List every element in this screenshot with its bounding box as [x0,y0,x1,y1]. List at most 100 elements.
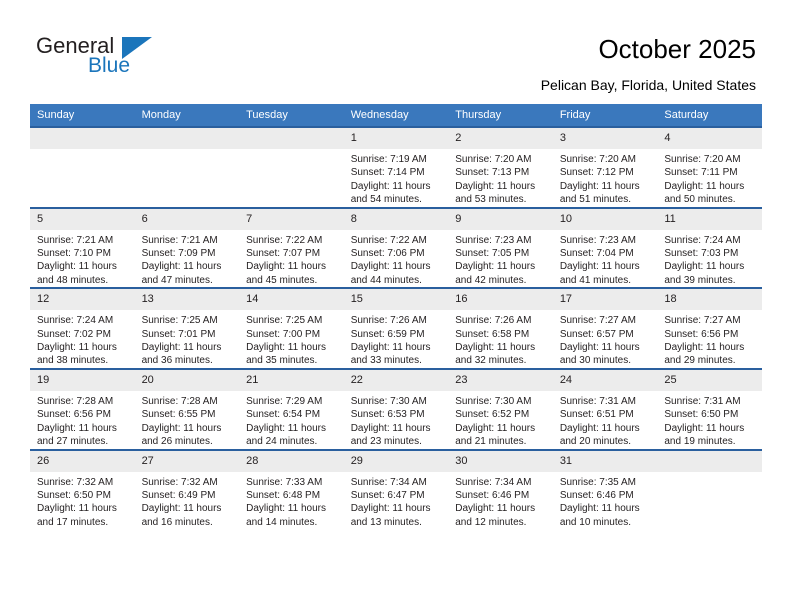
daylight-text-line1: Daylight: 11 hours [455,261,536,273]
calendar-day-cell[interactable]: 23 Sunrise: 7:30 AM Sunset: 6:52 PM Dayligh… [448,367,553,450]
sunset-text: Sunset: 6:56 PM [37,409,111,421]
weekday-header-saturday: Saturday [657,104,762,127]
sunrise-text: Sunrise: 7:29 AM [246,395,323,407]
daylight-text-line1: Daylight: 11 hours [350,503,431,515]
day-details: Sunrise: 7:31 AM Sunset: 6:50 PM Daylight:… [657,391,762,449]
calendar-day-cell[interactable]: 28 Sunrise: 7:33 AM Sunset: 6:48 PM Dayligh… [239,448,344,530]
calendar-day-cell[interactable]: 10 Sunrise: 7:23 AM Sunset: 7:04 PM Dayligh… [552,206,658,289]
calendar-body: 1 Sunrise: 7:19 AM Sunset: 7:14 PM Daylight… [30,126,762,530]
calendar-day-cell[interactable]: 6 Sunrise: 7:21 AM Sunset: 7:09 PM Daylight… [134,206,240,289]
sunrise-text: Sunrise: 7:20 AM [664,154,741,165]
daylight-text-line2: and 13 minutes. [350,516,422,528]
calendar-day-cell[interactable]: 18 Sunrise: 7:27 AM Sunset: 6:56 PM Dayligh… [657,287,762,369]
general-blue-logo[interactable]: General Blue [36,34,216,82]
daylight-text-line2: and 20 minutes. [559,436,631,448]
calendar-day-cell[interactable]: 21 Sunrise: 7:29 AM Sunset: 6:54 PM Dayligh… [239,367,344,450]
sunset-text: Sunset: 7:12 PM [559,167,634,179]
calendar-day-cell[interactable]: 8 Sunrise: 7:22 AM Sunset: 7:06 PM Daylight… [343,206,449,289]
day-details: Sunrise: 7:26 AM Sunset: 6:58 PM Daylight:… [448,310,553,368]
sunrise-text: Sunrise: 7:34 AM [455,476,532,488]
calendar-day-cell[interactable]: 15 Sunrise: 7:26 AM Sunset: 6:59 PM Dayligh… [343,287,449,369]
calendar-day-cell[interactable]: 1 Sunrise: 7:19 AM Sunset: 7:14 PM Daylight… [343,126,449,208]
sunset-text: Sunset: 7:05 PM [455,248,530,260]
calendar-day-cell[interactable]: 29 Sunrise: 7:34 AM Sunset: 6:47 PM Dayligh… [343,448,449,530]
daylight-text-line2: and 33 minutes. [350,355,422,367]
calendar-day-cell[interactable]: 20 Sunrise: 7:28 AM Sunset: 6:55 PM Dayligh… [134,367,240,450]
calendar-day-cell[interactable]: 7 Sunrise: 7:22 AM Sunset: 7:07 PM Daylight… [239,206,344,289]
calendar-day-cell-empty [239,126,344,208]
sunrise-text: Sunrise: 7:32 AM [141,476,218,488]
sunset-text: Sunset: 6:57 PM [559,328,634,340]
sunset-text: Sunset: 6:47 PM [350,489,425,501]
calendar-day-cell[interactable]: 22 Sunrise: 7:30 AM Sunset: 6:53 PM Dayligh… [343,367,449,450]
calendar-day-cell[interactable]: 12 Sunrise: 7:24 AM Sunset: 7:02 PM Dayligh… [30,287,135,369]
calendar-day-cell[interactable]: 4 Sunrise: 7:20 AM Sunset: 7:11 PM Daylight… [657,126,762,208]
daylight-text-line2: and 51 minutes. [559,194,631,206]
calendar-day-cell[interactable]: 13 Sunrise: 7:25 AM Sunset: 7:01 PM Dayligh… [134,287,240,369]
day-number: 4 [657,128,762,149]
day-details: Sunrise: 7:20 AM Sunset: 7:11 PM Daylight:… [657,149,762,207]
day-details: Sunrise: 7:33 AM Sunset: 6:48 PM Daylight:… [239,472,344,530]
calendar-day-cell[interactable]: 30 Sunrise: 7:34 AM Sunset: 6:46 PM Dayligh… [448,448,553,530]
sunset-text: Sunset: 7:07 PM [246,248,321,260]
daylight-text-line1: Daylight: 11 hours [141,342,222,354]
daylight-text-line2: and 50 minutes. [664,194,736,206]
sunrise-text: Sunrise: 7:21 AM [37,234,114,246]
daylight-text-line1: Daylight: 11 hours [350,342,431,354]
sunset-text: Sunset: 7:01 PM [141,328,216,340]
daylight-text-line1: Daylight: 11 hours [664,422,745,434]
calendar-week-row: 26 Sunrise: 7:32 AM Sunset: 6:50 PM Dayligh… [30,448,762,530]
calendar-day-cell[interactable]: 16 Sunrise: 7:26 AM Sunset: 6:58 PM Dayligh… [448,287,553,369]
daylight-text-line2: and 17 minutes. [37,516,109,528]
day-number: 16 [448,289,553,311]
sunrise-text: Sunrise: 7:27 AM [559,315,636,327]
calendar-day-cell[interactable]: 19 Sunrise: 7:28 AM Sunset: 6:56 PM Dayligh… [30,367,135,450]
calendar-day-cell[interactable]: 14 Sunrise: 7:25 AM Sunset: 7:00 PM Dayligh… [239,287,344,369]
calendar-day-cell[interactable]: 27 Sunrise: 7:32 AM Sunset: 6:49 PM Dayligh… [134,448,240,530]
day-number [239,128,344,149]
daylight-text-line2: and 36 minutes. [141,355,213,367]
sunset-text: Sunset: 6:46 PM [455,489,530,501]
daylight-text-line1: Daylight: 11 hours [37,422,117,434]
calendar-day-cell[interactable]: 31 Sunrise: 7:35 AM Sunset: 6:46 PM Dayligh… [552,448,658,530]
sunrise-text: Sunrise: 7:21 AM [141,234,218,246]
calendar-day-cell[interactable]: 11 Sunrise: 7:24 AM Sunset: 7:03 PM Dayligh… [657,206,762,289]
sunset-text: Sunset: 6:48 PM [246,489,321,501]
daylight-text-line1: Daylight: 11 hours [455,342,536,354]
calendar-week-row: 5 Sunrise: 7:21 AM Sunset: 7:10 PM Daylight… [30,206,762,289]
day-number [134,128,240,149]
calendar-day-cell[interactable]: 2 Sunrise: 7:20 AM Sunset: 7:13 PM Daylight… [448,126,553,208]
weekday-header-tuesday: Tuesday [239,104,344,127]
calendar-week-row: 19 Sunrise: 7:28 AM Sunset: 6:56 PM Dayligh… [30,367,762,450]
calendar-day-cell[interactable]: 25 Sunrise: 7:31 AM Sunset: 6:50 PM Dayligh… [657,367,762,450]
day-number: 18 [657,289,762,311]
calendar-day-cell[interactable]: 5 Sunrise: 7:21 AM Sunset: 7:10 PM Daylight… [30,206,135,289]
day-details: Sunrise: 7:25 AM Sunset: 7:00 PM Daylight:… [239,310,344,368]
page-subtitle: Pelican Bay, Florida, United States [540,77,756,93]
calendar-day-cell[interactable]: 26 Sunrise: 7:32 AM Sunset: 6:50 PM Dayligh… [30,448,135,530]
day-details: Sunrise: 7:24 AM Sunset: 7:02 PM Daylight:… [30,310,135,368]
sunset-text: Sunset: 7:02 PM [37,328,111,340]
day-number: 29 [343,450,449,472]
daylight-text-line1: Daylight: 11 hours [664,261,745,273]
daylight-text-line1: Daylight: 11 hours [559,180,640,192]
day-number: 10 [552,208,658,230]
sunrise-text: Sunrise: 7:35 AM [559,476,636,488]
day-number: 30 [448,450,553,472]
calendar-day-cell[interactable]: 17 Sunrise: 7:27 AM Sunset: 6:57 PM Dayligh… [552,287,658,369]
day-number: 23 [448,369,553,391]
sunset-text: Sunset: 7:13 PM [455,167,530,179]
weekday-header-friday: Friday [552,104,658,127]
daylight-text-line2: and 54 minutes. [350,194,422,206]
calendar-day-cell[interactable]: 3 Sunrise: 7:20 AM Sunset: 7:12 PM Daylight… [552,126,658,208]
daylight-text-line2: and 44 minutes. [350,274,422,286]
daylight-text-line1: Daylight: 11 hours [559,342,640,354]
calendar-day-cell[interactable]: 9 Sunrise: 7:23 AM Sunset: 7:05 PM Daylight… [448,206,553,289]
day-number: 28 [239,450,344,472]
day-details: Sunrise: 7:23 AM Sunset: 7:04 PM Daylight:… [553,230,658,288]
sunrise-text: Sunrise: 7:20 AM [455,154,532,165]
sunset-text: Sunset: 7:09 PM [141,248,216,260]
calendar-day-cell-empty [30,126,135,208]
calendar-day-cell[interactable]: 24 Sunrise: 7:31 AM Sunset: 6:51 PM Dayligh… [552,367,658,450]
day-number: 24 [552,369,658,391]
